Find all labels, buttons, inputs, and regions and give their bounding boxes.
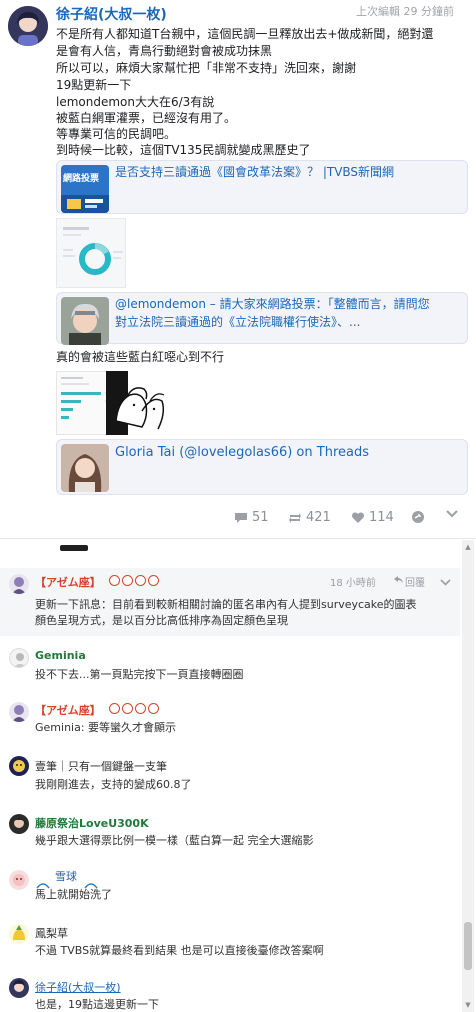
commenter-name[interactable]: 【アゼム座】: [35, 574, 101, 590]
like-count-value: 114: [369, 510, 394, 525]
post-body-line: 所以可以，麻煩大家幫忙把「非常不支持」洗回來，謝謝: [56, 61, 357, 75]
heart-icon: [351, 511, 365, 524]
commenter-name[interactable]: 壹筆｜只有一個鍵盤一支筆: [35, 758, 167, 774]
commenter-avatar[interactable]: [9, 924, 29, 944]
post-body-line: 被藍白網軍灌票，已經沒有用了。: [56, 111, 237, 125]
comment-text: 馬上就開始洗了: [35, 888, 112, 901]
badge-icon: [109, 575, 120, 586]
comment-item: 鳳梨草 不過 TVBS就算最終看到結果 也是可以直接後臺修改答案啊: [0, 918, 460, 970]
commenter-name[interactable]: 徐子紹(大叔一枚): [35, 979, 121, 995]
post-body-line: 19點更新一下: [56, 78, 132, 92]
badge-icon: [122, 575, 133, 586]
comment-item: 【アゼム座】 18 小時前 回覆 更新一下訊息：目前看到較新相關討論的匿名串內有…: [0, 568, 460, 636]
comment-text: 更新一下訊息：目前看到較新相關討論的匿名串內有人提到surveycake的圖表: [35, 598, 417, 611]
comment-item: 【アゼム座】 Geminia: 要等蠻久才會顯示: [0, 696, 460, 744]
poll-chart-image[interactable]: [56, 218, 126, 288]
post-author-name[interactable]: 徐子紹(大叔一枚): [56, 4, 167, 24]
link-preview-title[interactable]: 對立法院三讀通過的《立法院職權行使法》、...: [115, 313, 360, 331]
tvbs-thumbnail: 網路投票: [61, 165, 109, 213]
link-preview-lemondemon[interactable]: @lemondemon – 請大家來網路投票：「整體而言，請問您 對立法院三讀通…: [56, 292, 468, 345]
comment-timestamp: 18 小時前: [330, 578, 376, 589]
commenter-badges: [108, 703, 159, 714]
post-menu-button[interactable]: [446, 510, 458, 518]
chevron-down-icon: [440, 575, 451, 589]
chevron-down-icon: [446, 510, 458, 518]
badge-icon: [135, 575, 146, 586]
post-body-line: 是會有人信，青鳥行動絕對會被成功抹黑: [56, 44, 273, 58]
commenter-avatar[interactable]: [9, 574, 29, 594]
tvbs-thumb-label: 網路投票: [63, 174, 100, 184]
comic-image[interactable]: [106, 371, 168, 435]
comment-text: 不過 TVBS就算最終看到結果 也是可以直接後臺修改答案啊: [35, 944, 324, 957]
collapsed-image-stub: [60, 545, 88, 551]
comment-item: 雪球 馬上就開始洗了: [0, 864, 460, 914]
badge-icon: [135, 703, 146, 714]
badge-icon: [122, 703, 133, 714]
commenter-badges: [108, 575, 159, 586]
commenter-name[interactable]: 鳳梨草: [35, 925, 68, 941]
repost-count-value: 421: [306, 510, 331, 525]
commenter-name[interactable]: 藤原祭治LoveU300K: [35, 815, 149, 831]
commenter-name[interactable]: 【アゼム座】: [35, 702, 101, 718]
commenter-avatar[interactable]: [9, 702, 29, 722]
comment-text: 顏色呈現方式，是以百分比高低排序為固定顏色呈現: [35, 614, 288, 627]
commenter-avatar[interactable]: [9, 870, 29, 890]
reply-icon: [394, 576, 403, 587]
post-caption: 真的會被這些藍白紅噁心到不行: [56, 350, 225, 364]
reply-button[interactable]: 回覆: [394, 574, 425, 589]
comment-text: 也是，19點這邊更新一下: [35, 998, 159, 1011]
scroll-down-arrow[interactable]: ▼: [464, 1001, 472, 1009]
badge-icon: [148, 703, 159, 714]
post-body-line: 不是所有人都知道T台親中，這個民調一旦釋放出去+做成新聞，絕對還: [56, 27, 434, 41]
commenter-avatar[interactable]: [9, 756, 29, 776]
commenter-avatar[interactable]: [9, 648, 29, 668]
repost-count[interactable]: 421: [288, 510, 331, 525]
badge-icon: [148, 575, 159, 586]
post-body-line: lemondemon大大在6/3有說: [56, 95, 215, 109]
repost-icon: [288, 512, 302, 524]
commenter-name[interactable]: Geminia: [35, 649, 86, 662]
badge-icon: [109, 703, 120, 714]
comment-item: Geminia 投不下去...第一頁點完按下一頁直接轉圈圈: [0, 640, 460, 692]
comment-text: 投不下去...第一頁點完按下一頁直接轉圈圈: [35, 668, 244, 681]
link-preview-title[interactable]: 是否支持三讀通過《國會改革法案》？ |TVBS新聞網: [115, 163, 394, 181]
comment-text: 我剛剛進去，支持的變成60.8了: [35, 778, 192, 791]
scroll-up-arrow[interactable]: ▲: [464, 543, 472, 551]
like-count[interactable]: 114: [351, 510, 394, 525]
link-preview-tvbs[interactable]: 網路投票 是否支持三讀通過《國會改革法案》？ |TVBS新聞網: [56, 160, 468, 214]
link-preview-title[interactable]: @lemondemon – 請大家來網路投票：「整體而言，請問您: [115, 295, 430, 313]
link-preview-title[interactable]: Gloria Tai (@lovelegolas66) on Threads: [115, 444, 369, 462]
post-edited-timestamp: 上次編輯 29 分鐘前: [356, 5, 454, 18]
post-divider: [0, 538, 476, 539]
comment-text: 幾乎跟大選得票比例一模一樣（藍白算一起 完全大選縮影: [35, 834, 314, 847]
comment-text: Geminia: 要等蠻久才會顯示: [35, 721, 177, 734]
reply-label: 回覆: [405, 578, 425, 589]
post-author-avatar[interactable]: [8, 6, 48, 46]
comment-count[interactable]: 51: [234, 510, 269, 525]
commenter-avatar[interactable]: [9, 814, 29, 834]
comment-menu-button[interactable]: [440, 575, 451, 589]
comment-icon: [234, 512, 248, 524]
scrollbar-thumb[interactable]: [464, 922, 472, 970]
share-button[interactable]: [411, 510, 425, 524]
post-body-line: 等專業可信的民調吧。: [56, 127, 177, 141]
main-post: 徐子紹(大叔一枚) 上次編輯 29 分鐘前 不是所有人都知道T台親中，這個民調一…: [0, 0, 476, 540]
post-body-line: 到時候一比較，這個TV135民調就變成黑歷史了: [56, 143, 311, 157]
comment-count-value: 51: [252, 510, 269, 525]
comment-item: 徐子紹(大叔一枚) 也是，19點這邊更新一下: [0, 972, 460, 1012]
commenter-avatar[interactable]: [9, 978, 29, 998]
share-icon: [411, 510, 425, 524]
comment-item: 壹筆｜只有一個鍵盤一支筆 我剛剛進去，支持的變成60.8了: [0, 750, 460, 800]
link-preview-threads[interactable]: Gloria Tai (@lovelegolas66) on Threads: [56, 439, 468, 495]
lemondemon-thumbnail: [61, 297, 109, 345]
threads-thumbnail: [61, 444, 109, 492]
comment-item: 藤原祭治LoveU300K 幾乎跟大選得票比例一模一樣（藍白算一起 完全大選縮影: [0, 806, 460, 856]
